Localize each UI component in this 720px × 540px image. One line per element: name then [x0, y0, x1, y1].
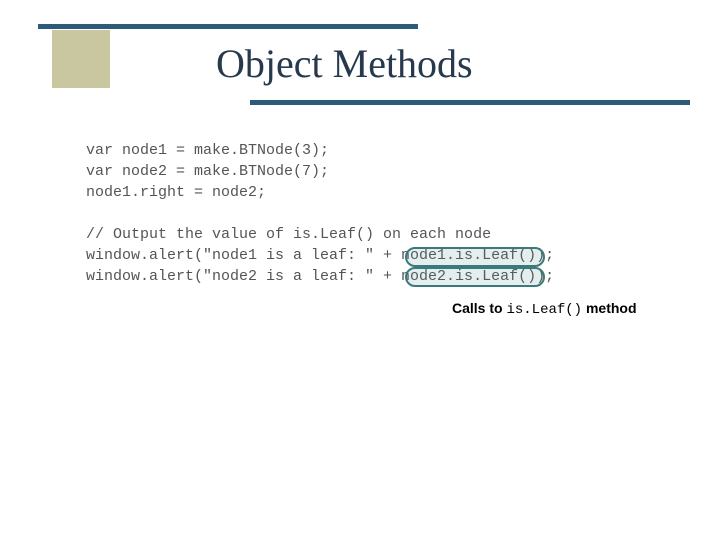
- highlight-box: [405, 267, 545, 287]
- code-line: var node2 = make.BTNode(7);: [86, 163, 329, 180]
- code-comment: // Output the value of is.Leaf() on each…: [86, 226, 491, 243]
- caption: Calls to is.Leaf() method: [452, 300, 637, 318]
- caption-text: method: [582, 300, 636, 316]
- accent-square: [52, 30, 110, 88]
- caption-text: Calls to: [452, 300, 506, 316]
- code-line: node1.right = node2;: [86, 184, 266, 201]
- code-line: var node1 = make.BTNode(3);: [86, 142, 329, 159]
- caption-code: is.Leaf(): [506, 302, 582, 318]
- bottom-rule: [250, 100, 690, 105]
- top-rule: [38, 24, 418, 29]
- slide-title: Object Methods: [216, 40, 473, 87]
- highlight-box: [405, 247, 545, 267]
